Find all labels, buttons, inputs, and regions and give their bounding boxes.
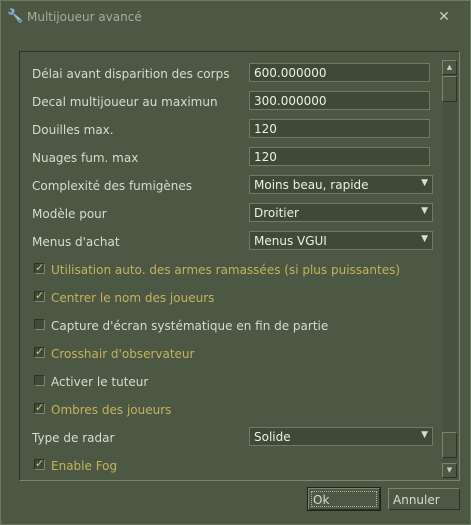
window-title: Multijoueur avancé	[27, 10, 142, 24]
shadows-checkbox[interactable]: ✓	[34, 401, 45, 414]
auto-weapons-checkbox[interactable]: ✓	[34, 261, 45, 274]
chevron-down-icon: ▼	[421, 430, 428, 440]
smoke-max-input[interactable]: 120	[249, 147, 430, 166]
crosshair-label[interactable]: Crosshair d'observateur	[51, 347, 194, 361]
scroll-thumb-bottom[interactable]	[442, 432, 457, 458]
cancel-button-label: Annuler	[393, 493, 440, 507]
model-dropdown[interactable]: Droitier ▼	[249, 203, 433, 222]
tutor-checkbox[interactable]	[34, 375, 45, 386]
decal-max-input[interactable]: 300.000000	[249, 91, 430, 110]
smoke-max-label: Nuages fum. max	[32, 151, 139, 165]
screenshot-row: Capture d'écran systématique en fin de p…	[20, 314, 440, 338]
decal-body-input[interactable]: 600.000000	[249, 63, 430, 82]
shells-max-row: Douilles max. 120	[20, 118, 440, 142]
shells-max-label: Douilles max.	[32, 123, 114, 137]
decal-body-label: Délai avant disparition des corps	[32, 67, 230, 81]
scroll-thumb-top[interactable]	[442, 76, 457, 102]
chevron-down-icon: ▼	[421, 206, 428, 216]
close-button[interactable]: ✕	[434, 7, 454, 27]
screenshot-label[interactable]: Capture d'écran systématique en fin de p…	[51, 319, 328, 333]
advanced-multiplayer-dialog: 🔧 Multijoueur avancé ✕ Délai avant dispa…	[0, 0, 471, 525]
fog-checkbox[interactable]: ✓	[34, 457, 45, 470]
tutor-row: Activer le tuteur	[20, 370, 440, 394]
center-names-checkbox[interactable]: ✓	[34, 289, 45, 302]
buy-menu-dropdown[interactable]: Menus VGUI ▼	[249, 231, 433, 250]
shells-max-input[interactable]: 120	[249, 119, 430, 138]
center-names-label[interactable]: Centrer le nom des joueurs	[51, 291, 214, 305]
model-row: Modèle pour Droitier ▼	[20, 202, 440, 226]
model-label: Modèle pour	[32, 207, 107, 221]
scroll-up-button[interactable]: ▲	[442, 60, 457, 75]
auto-weapons-row: ✓ Utilisation auto. des armes ramassées …	[20, 258, 440, 282]
scroll-track[interactable]	[442, 75, 457, 463]
decal-max-row: Decal multijoueur au maximun 300.000000	[20, 90, 440, 114]
chevron-down-icon: ▼	[421, 234, 428, 244]
checkmark-icon: ✓	[35, 261, 45, 274]
radar-row: Type de radar Solide ▼	[20, 426, 440, 450]
fog-row: ✓ Enable Fog	[20, 454, 440, 478]
smoke-complexity-dropdown[interactable]: Moins beau, rapide ▼	[249, 175, 433, 194]
fog-label[interactable]: Enable Fog	[51, 459, 117, 473]
smoke-max-row: Nuages fum. max 120	[20, 146, 440, 170]
buy-menu-label: Menus d'achat	[32, 235, 120, 249]
radar-value: Solide	[254, 430, 291, 444]
shadows-row: ✓ Ombres des joueurs	[20, 398, 440, 422]
smoke-complexity-label: Complexité des fumigènes	[32, 179, 193, 193]
focus-ring	[311, 491, 377, 507]
screenshot-checkbox[interactable]	[34, 319, 45, 330]
title-bar[interactable]: 🔧 Multijoueur avancé ✕	[1, 1, 470, 35]
decal-max-label: Decal multijoueur au maximun	[32, 95, 218, 109]
wrench-icon: 🔧	[7, 9, 24, 24]
decal-body-row: Délai avant disparition des corps 600.00…	[20, 62, 440, 86]
buy-menu-row: Menus d'achat Menus VGUI ▼	[20, 230, 440, 254]
tutor-label[interactable]: Activer le tuteur	[51, 375, 148, 389]
radar-dropdown[interactable]: Solide ▼	[249, 427, 433, 446]
center-names-row: ✓ Centrer le nom des joueurs	[20, 286, 440, 310]
model-value: Droitier	[254, 206, 299, 220]
settings-panel: Délai avant disparition des corps 600.00…	[19, 51, 460, 481]
crosshair-checkbox[interactable]: ✓	[34, 345, 45, 358]
cancel-button[interactable]: Annuler	[388, 488, 460, 510]
smoke-complexity-row: Complexité des fumigènes Moins beau, rap…	[20, 174, 440, 198]
checkmark-icon: ✓	[35, 457, 45, 470]
auto-weapons-label[interactable]: Utilisation auto. des armes ramassées (s…	[51, 263, 400, 277]
checkmark-icon: ✓	[35, 289, 45, 302]
vertical-scrollbar[interactable]: ▲ ▼	[442, 60, 457, 478]
shadows-label[interactable]: Ombres des joueurs	[51, 403, 171, 417]
smoke-complexity-value: Moins beau, rapide	[254, 178, 369, 192]
checkmark-icon: ✓	[35, 401, 45, 414]
chevron-down-icon: ▼	[421, 178, 428, 188]
crosshair-row: ✓ Crosshair d'observateur	[20, 342, 440, 366]
ok-button[interactable]: Ok	[307, 487, 381, 511]
radar-label: Type de radar	[32, 431, 115, 445]
checkmark-icon: ✓	[35, 345, 45, 358]
scroll-down-button[interactable]: ▼	[442, 463, 457, 478]
buy-menu-value: Menus VGUI	[254, 234, 327, 248]
